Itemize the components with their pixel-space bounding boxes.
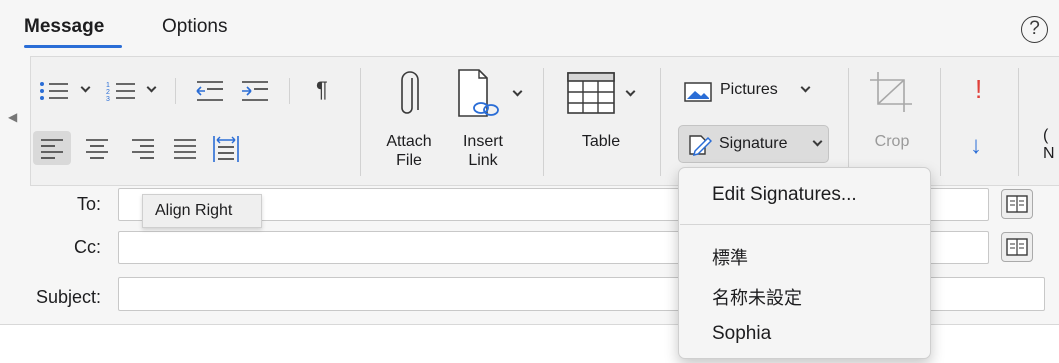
signature-button[interactable]: Signature <box>678 125 829 163</box>
to-address-book-button[interactable] <box>1001 189 1033 219</box>
menu-item-signature-untitled[interactable]: 名称未設定 <box>712 284 802 310</box>
justify-icon[interactable] <box>172 138 198 160</box>
tab-selected-underline <box>24 45 122 48</box>
cc-address-book-button[interactable] <box>1001 232 1033 262</box>
pictures-label: Pictures <box>720 81 778 98</box>
svg-text:3: 3 <box>106 96 110 103</box>
align-left-icon <box>41 139 63 159</box>
attach-file-label-line1: Attach <box>386 133 432 150</box>
ribbon-divider <box>848 68 849 176</box>
tab-options[interactable]: Options <box>162 16 227 38</box>
svg-text:2: 2 <box>106 89 110 96</box>
ribbon-scroll-left-icon[interactable]: ◀ <box>8 110 17 124</box>
table-button[interactable]: Table <box>566 132 636 151</box>
address-book-icon <box>1006 195 1028 213</box>
table-icon[interactable] <box>566 71 616 115</box>
signature-icon <box>689 135 712 156</box>
align-right-icon[interactable] <box>130 138 156 160</box>
signature-chevron-down-icon <box>812 136 823 147</box>
attach-file-label-line2: File <box>396 152 422 169</box>
to-label: To: <box>76 194 101 214</box>
cc-label: Cc: <box>74 237 101 257</box>
distributed-icon[interactable] <box>212 135 240 163</box>
link-icon[interactable] <box>455 68 509 124</box>
subject-label: Subject: <box>35 287 101 307</box>
decrease-indent-icon[interactable] <box>195 79 225 103</box>
menu-item-signature-standard[interactable]: 標準 <box>712 244 748 270</box>
ribbon-divider <box>660 68 661 176</box>
svg-text:1: 1 <box>106 82 110 89</box>
signature-menu: Edit Signatures... 標準 名称未設定 Sophia <box>678 167 931 359</box>
pictures-chevron-down-icon <box>800 82 811 93</box>
ribbon-divider <box>360 68 361 176</box>
align-center-icon[interactable] <box>84 138 110 160</box>
attach-file-button[interactable]: Attach File <box>378 132 440 170</box>
paperclip-icon <box>401 71 419 114</box>
align-left-button[interactable] <box>33 131 71 165</box>
high-importance-button[interactable]: ! <box>975 74 982 105</box>
align-right-tooltip: Align Right <box>142 194 262 228</box>
increase-indent-icon[interactable] <box>240 79 270 103</box>
menu-item-edit-signatures[interactable]: Edit Signatures... <box>712 184 857 206</box>
menu-divider <box>680 224 931 225</box>
crop-button[interactable]: Crop <box>866 132 918 151</box>
low-importance-button[interactable]: ↓ <box>970 132 982 160</box>
next-group-partial-label-top: ( <box>1043 127 1049 144</box>
insert-link-label-line2: Link <box>468 152 498 169</box>
numbered-list-icon[interactable]: 1 2 3 <box>105 79 141 103</box>
next-group-partial-label-bottom: N <box>1043 145 1055 162</box>
paragraph-mark-button[interactable]: ¶ <box>316 77 328 103</box>
ribbon-divider <box>289 78 290 104</box>
address-book-icon <box>1006 238 1028 256</box>
help-button[interactable]: ? <box>1021 16 1048 43</box>
bullet-list-icon[interactable] <box>38 79 74 103</box>
insert-link-button[interactable]: Insert Link <box>451 132 515 170</box>
crop-icon[interactable] <box>868 70 914 114</box>
picture-icon <box>684 82 712 102</box>
pictures-button[interactable]: Pictures <box>682 76 817 106</box>
ribbon-divider <box>940 68 941 176</box>
ribbon-divider <box>543 68 544 176</box>
insert-link-label-line1: Insert <box>462 133 503 150</box>
signature-label: Signature <box>719 135 788 152</box>
tab-message[interactable]: Message <box>24 16 104 38</box>
ribbon-divider <box>175 78 176 104</box>
menu-item-signature-sophia[interactable]: Sophia <box>712 323 771 345</box>
ribbon-divider <box>1018 68 1019 176</box>
